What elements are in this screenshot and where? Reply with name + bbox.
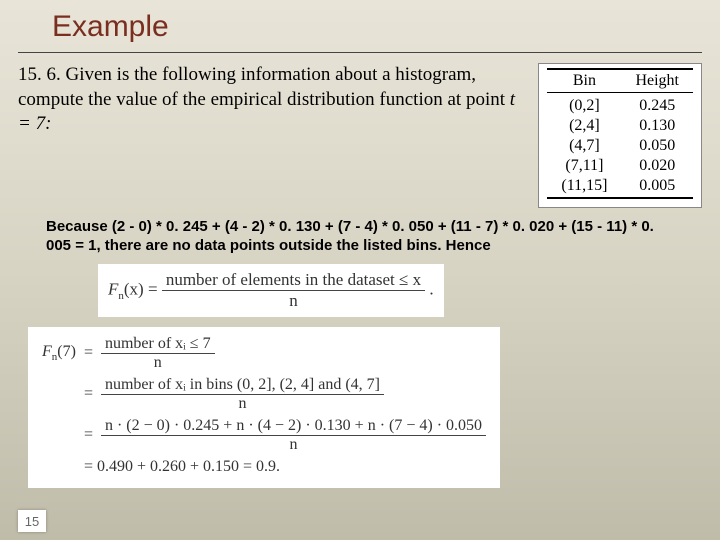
histogram-table: Bin Height (0,2]0.245 (2,4]0.130 (4,7]0.… — [538, 63, 702, 208]
table-row: (0,2]0.245 — [547, 93, 693, 116]
col-height: Height — [621, 69, 693, 93]
table-row: (2,4]0.130 — [547, 116, 693, 136]
table-row: (7,11]0.020 — [547, 156, 693, 176]
because-text: Because (2 - 0) * 0. 245 + (4 - 2) * 0. … — [46, 218, 682, 256]
table-row: (4,7]0.050 — [547, 136, 693, 156]
formula-edf-def: Fn(x) = number of elements in the datase… — [18, 264, 702, 317]
title-divider — [18, 52, 702, 53]
question-row: 15. 6. Given is the following informatio… — [18, 63, 702, 208]
col-bin: Bin — [547, 69, 621, 93]
slide-title: Example — [52, 10, 702, 44]
page-number: 15 — [18, 510, 46, 532]
question-text: 15. 6. Given is the following informatio… — [18, 63, 528, 137]
formula-calc: Fn(7) = number of xᵢ ≤ 7n = number of xᵢ… — [18, 317, 702, 493]
question-lead: 15. 6. Given is the following informatio… — [18, 64, 510, 110]
slide: Example 15. 6. Given is the following in… — [0, 0, 720, 540]
table-row: (11,15]0.005 — [547, 176, 693, 198]
